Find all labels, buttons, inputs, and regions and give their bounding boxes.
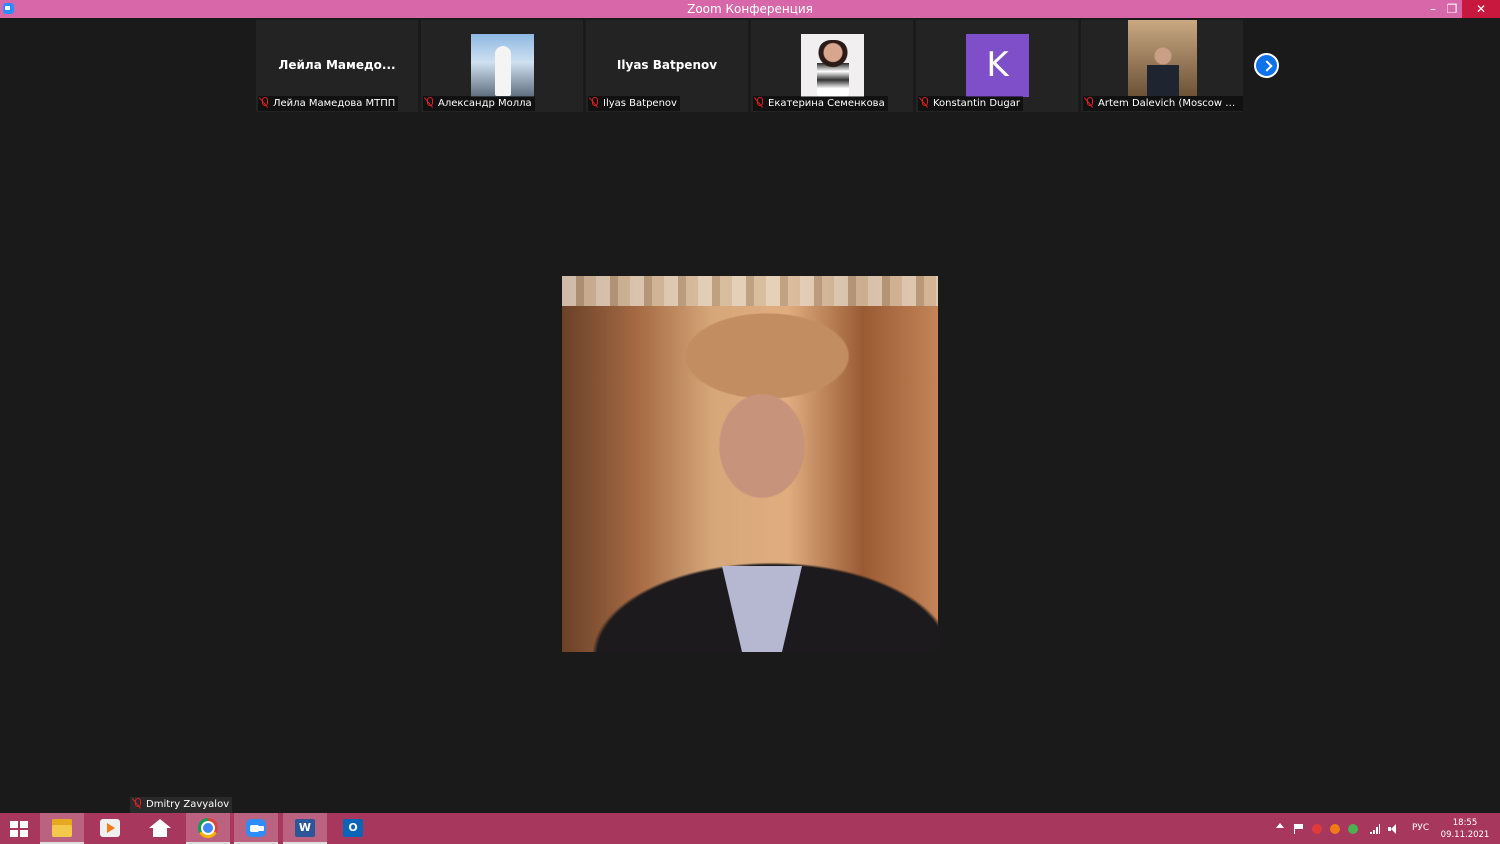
taskbar-media-player[interactable]: [88, 813, 132, 844]
participant-name-label: Artem Dalevich (Moscow Cha...: [1083, 96, 1243, 111]
participant-name-label: Konstantin Dugar: [918, 96, 1023, 111]
participant-video: [1128, 20, 1197, 96]
taskbar-file-explorer[interactable]: [40, 813, 84, 844]
taskbar-word[interactable]: W: [283, 813, 327, 844]
participant-name: Ilyas Batpenov: [603, 98, 677, 109]
clock[interactable]: 18:55 09.11.2021: [1440, 817, 1490, 841]
show-hidden-icons-icon[interactable]: [1276, 823, 1284, 828]
participant-tile[interactable]: Лейла Мамедо... Лейла Мамедова МТПП: [256, 20, 418, 112]
home-icon: [149, 819, 171, 837]
chrome-icon: [198, 818, 218, 838]
clock-time: 18:55: [1452, 818, 1478, 828]
participant-display-name: Ilyas Batpenov: [616, 58, 718, 72]
word-icon: W: [295, 819, 315, 837]
volume-icon[interactable]: [1388, 824, 1398, 834]
taskbar-home[interactable]: [137, 813, 181, 844]
muted-mic-icon: [132, 798, 142, 809]
windows-taskbar: W O РУС 18:55 09.11.2021: [0, 813, 1500, 844]
participant-tile[interactable]: Artem Dalevich (Moscow Cha...: [1081, 20, 1243, 112]
zoom-icon: [246, 819, 266, 837]
participant-name-label: Александр Молла: [423, 96, 535, 111]
participant-photo: [801, 34, 864, 97]
tray-app-icon[interactable]: [1312, 824, 1322, 834]
participant-tile[interactable]: Ilyas Batpenov Ilyas Batpenov: [586, 20, 748, 112]
active-speaker-video: [562, 276, 938, 652]
participant-tile[interactable]: Екатерина Семенкова: [751, 20, 913, 112]
muted-mic-icon: [589, 97, 599, 108]
active-speaker-name: Dmitry Zavyalov: [146, 799, 230, 810]
participant-display-name: Лейла Мамедо...: [278, 58, 396, 72]
participant-name: Лейла Мамедова МТПП: [273, 98, 396, 109]
outlook-icon: O: [343, 819, 363, 837]
participant-name-label: Лейла Мамедова МТПП: [258, 96, 399, 111]
muted-mic-icon: [919, 97, 929, 108]
folder-icon: [52, 819, 72, 837]
next-page-button[interactable]: [1254, 53, 1279, 78]
participant-tile[interactable]: Александр Молла: [421, 20, 583, 112]
start-button[interactable]: [0, 813, 44, 844]
bookshelf-background: [562, 276, 938, 306]
action-center-flag-icon[interactable]: [1294, 824, 1304, 834]
muted-mic-icon: [259, 97, 269, 108]
participant-name-label: Екатерина Семенкова: [753, 96, 888, 111]
shirt-collar: [722, 566, 802, 652]
muted-mic-icon: [754, 97, 764, 108]
window-title: Zoom Конференция: [687, 2, 813, 16]
windows-logo-icon: [10, 821, 28, 837]
window-titlebar: Zoom Конференция – ❐ ✕: [0, 0, 1500, 18]
close-button[interactable]: ✕: [1462, 0, 1500, 18]
tray-app-icon[interactable]: [1330, 824, 1340, 834]
media-player-icon: [100, 819, 120, 837]
clock-date: 09.11.2021: [1440, 830, 1490, 840]
participant-tile[interactable]: K Konstantin Dugar: [916, 20, 1078, 112]
participant-photo: [471, 34, 534, 97]
muted-mic-icon: [424, 97, 434, 108]
muted-mic-icon: [1084, 97, 1094, 108]
taskbar-chrome[interactable]: [186, 813, 230, 844]
participant-name: Konstantin Dugar: [933, 98, 1020, 109]
taskbar-outlook[interactable]: O: [331, 813, 375, 844]
network-signal-icon[interactable]: [1370, 824, 1380, 834]
participant-name: Александр Молла: [438, 98, 532, 109]
system-tray: РУС 18:55 09.11.2021: [1272, 813, 1500, 844]
participant-name-label: Ilyas Batpenov: [588, 96, 680, 111]
input-language[interactable]: РУС: [1412, 823, 1429, 833]
participant-name: Екатерина Семенкова: [768, 98, 885, 109]
active-speaker-label: Dmitry Zavyalov: [130, 797, 233, 813]
participant-name: Artem Dalevich (Moscow Cha...: [1098, 98, 1243, 109]
taskbar-zoom[interactable]: [234, 813, 278, 844]
tray-app-icon[interactable]: [1348, 824, 1358, 834]
participant-avatar: K: [966, 34, 1029, 97]
chevron-right-icon: [1261, 60, 1273, 72]
